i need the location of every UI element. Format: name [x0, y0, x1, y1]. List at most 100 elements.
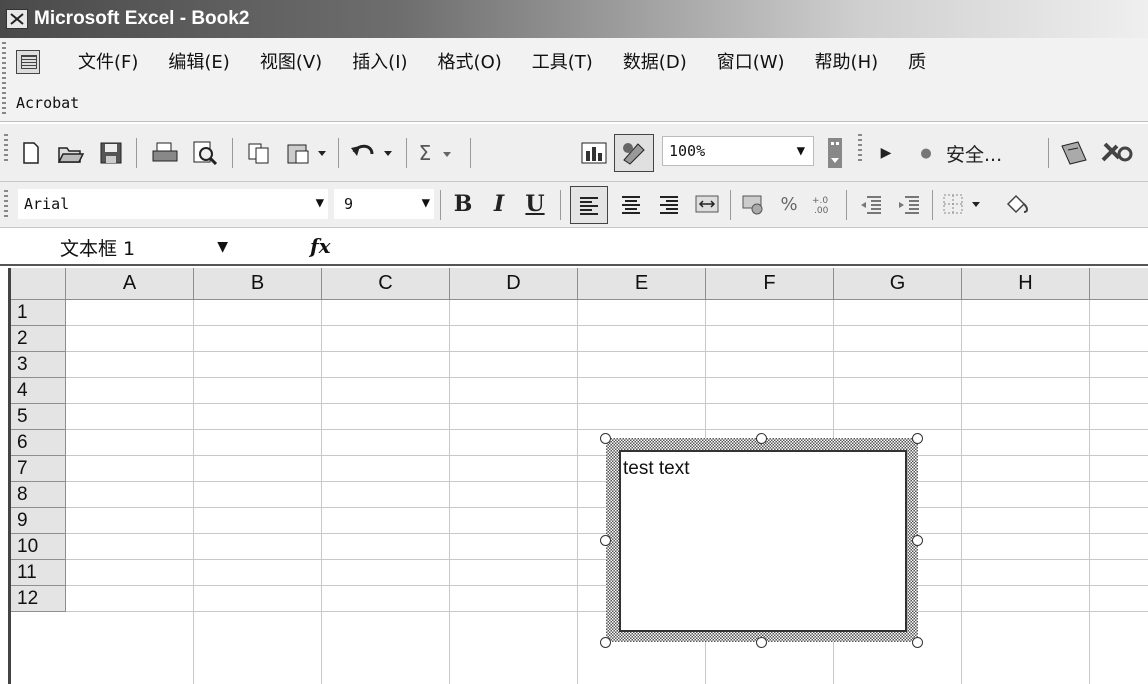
italic-button[interactable]: I	[484, 187, 514, 221]
print-preview-icon[interactable]	[190, 136, 220, 170]
row-header[interactable]: 4	[11, 378, 66, 404]
chevron-down-icon: ▼	[421, 195, 430, 211]
menu-help[interactable]: 帮助(H)	[815, 48, 879, 74]
column-header[interactable]	[1090, 268, 1148, 300]
formatting-toolbar-grip[interactable]	[4, 190, 8, 218]
resize-handle-top-right[interactable]	[912, 433, 923, 444]
resize-handle-left[interactable]	[600, 535, 611, 546]
row-header[interactable]: 11	[11, 560, 66, 586]
insert-function-icon[interactable]: fx	[310, 234, 331, 258]
new-document-icon[interactable]	[16, 136, 46, 170]
document-menu-icon[interactable]	[16, 50, 40, 74]
menu-bar-grip[interactable]	[2, 42, 6, 116]
save-icon[interactable]	[96, 136, 126, 170]
name-box[interactable]: 文本框 1 ▼	[8, 232, 238, 262]
chart-wizard-icon[interactable]	[578, 136, 610, 170]
row-header[interactable]: 12	[11, 586, 66, 612]
standard-toolbar-grip[interactable]	[4, 134, 8, 162]
menu-file[interactable]: 文件(F)	[78, 48, 138, 74]
column-header[interactable]: B	[194, 268, 322, 300]
toolbar-options-icon[interactable]	[822, 136, 848, 170]
zoom-select[interactable]: 100% ▼	[662, 136, 814, 166]
record-icon[interactable]: ●	[914, 136, 938, 170]
resize-handle-top-left[interactable]	[600, 433, 611, 444]
align-center-button[interactable]	[616, 187, 646, 221]
resize-handle-top[interactable]	[756, 433, 767, 444]
research-icon[interactable]	[1058, 136, 1090, 170]
acrobat-toolbar-grip[interactable]	[858, 134, 862, 162]
column-header[interactable]: C	[322, 268, 450, 300]
open-folder-icon[interactable]	[56, 136, 86, 170]
menu-view[interactable]: 视图(V)	[260, 48, 322, 74]
text-box[interactable]: test text	[619, 450, 907, 632]
menu-edit[interactable]: 编辑(E)	[168, 48, 229, 74]
row-header[interactable]: 7	[11, 456, 66, 482]
chevron-down-icon: ▼	[315, 195, 324, 211]
font-name-select[interactable]: Arial ▼	[18, 189, 328, 219]
autosum-button[interactable]: Σ	[412, 136, 464, 170]
row-header[interactable]: 3	[11, 352, 66, 378]
percent-style-button[interactable]: %	[776, 187, 802, 221]
row-header[interactable]: 10	[11, 534, 66, 560]
increase-decimal-icon[interactable]: +.0.00	[806, 187, 838, 221]
column-header[interactable]: G	[834, 268, 962, 300]
menu-format[interactable]: 格式(O)	[438, 48, 502, 74]
merge-center-icon	[695, 195, 719, 213]
align-left-button[interactable]	[570, 186, 608, 224]
resize-handle-bottom[interactable]	[756, 637, 767, 648]
row-header[interactable]: 1	[11, 300, 66, 326]
toolbar-separator	[846, 190, 847, 220]
resize-handle-right[interactable]	[912, 535, 923, 546]
security-button[interactable]: 安全...	[946, 136, 1032, 170]
tools-icon[interactable]	[1096, 136, 1136, 170]
copy-icon[interactable]	[244, 136, 274, 170]
currency-style-icon[interactable]	[738, 187, 770, 221]
column-header[interactable]: F	[706, 268, 834, 300]
excel-app-icon[interactable]	[6, 9, 28, 29]
row-header[interactable]: 2	[11, 326, 66, 352]
print-icon[interactable]	[150, 136, 180, 170]
text-box-content[interactable]: test text	[623, 458, 690, 479]
borders-button[interactable]	[940, 187, 992, 221]
column-header[interactable]: E	[578, 268, 706, 300]
row-header[interactable]: 9	[11, 508, 66, 534]
undo-icon[interactable]	[348, 136, 400, 170]
menu-tools[interactable]: 工具(T)	[532, 48, 593, 74]
paste-icon[interactable]	[284, 136, 332, 170]
row-header[interactable]: 6	[11, 430, 66, 456]
menu-row: 文件(F) 编辑(E) 视图(V) 插入(I) 格式(O) 工具(T) 数据(D…	[78, 46, 956, 76]
drawing-icon[interactable]	[614, 134, 654, 172]
gridline	[1089, 300, 1090, 684]
column-header[interactable]: D	[450, 268, 578, 300]
menu-acrobat[interactable]: Acrobat	[16, 94, 79, 112]
row-header[interactable]: 5	[11, 404, 66, 430]
fill-color-icon[interactable]	[998, 187, 1038, 221]
merge-center-button[interactable]	[692, 187, 722, 221]
toolbar-separator	[1048, 138, 1049, 168]
column-header[interactable]: A	[66, 268, 194, 300]
align-left-icon	[580, 197, 598, 215]
window-title: Microsoft Excel - Book2	[34, 8, 250, 29]
decrease-indent-icon[interactable]	[856, 187, 886, 221]
standard-toolbar: Σ 100% ▼ ▶ ● 安全...	[0, 124, 1148, 182]
menu-quality[interactable]: 质	[908, 48, 926, 74]
menu-insert[interactable]: 插入(I)	[352, 48, 407, 74]
toolbar-separator	[440, 190, 441, 220]
toolbar-separator	[730, 190, 731, 220]
align-right-button[interactable]	[654, 187, 684, 221]
resize-handle-bottom-right[interactable]	[912, 637, 923, 648]
underline-button[interactable]: U	[520, 187, 550, 221]
play-icon[interactable]: ▶	[874, 136, 898, 170]
resize-handle-bottom-left[interactable]	[600, 637, 611, 648]
column-header[interactable]: H	[962, 268, 1090, 300]
gridline	[449, 300, 450, 684]
menu-data[interactable]: 数据(D)	[623, 48, 687, 74]
text-box-selection-frame[interactable]: test text	[606, 438, 918, 642]
font-size-select[interactable]: 9 ▼	[334, 189, 434, 219]
bold-button[interactable]: B	[448, 187, 478, 221]
menu-window[interactable]: 窗口(W)	[717, 48, 785, 74]
row-header[interactable]: 8	[11, 482, 66, 508]
increase-indent-icon[interactable]	[894, 187, 924, 221]
worksheet-grid[interactable]: A B C D E F G H 1 2 3 4 5 6 7 8 9 10 11 …	[8, 268, 1148, 684]
select-all-corner[interactable]	[11, 268, 66, 300]
